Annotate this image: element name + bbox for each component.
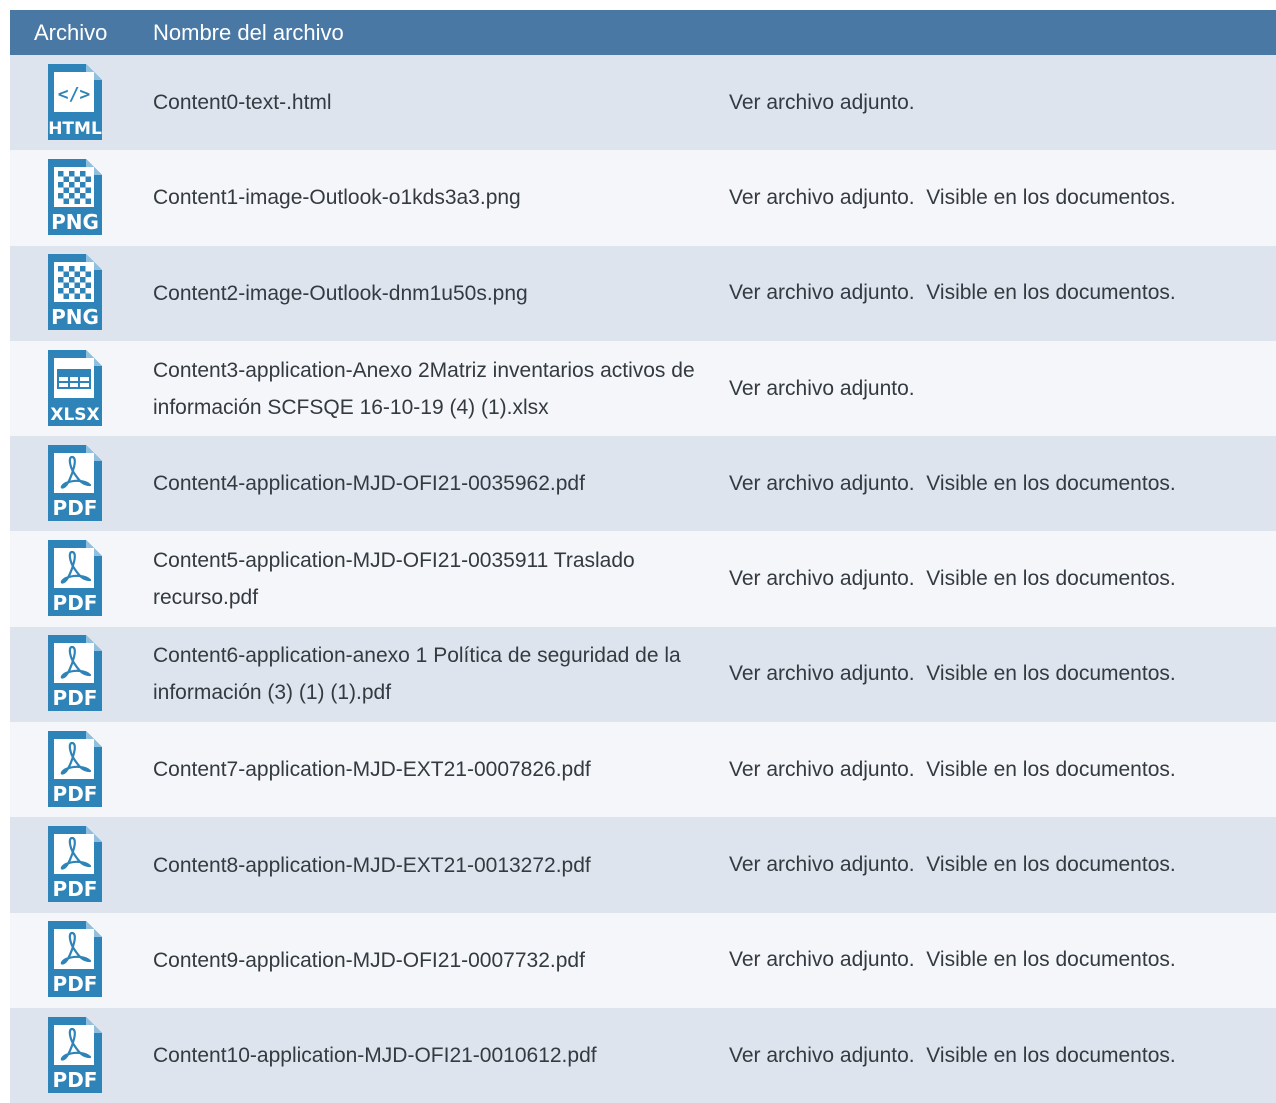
attachment-note: Ver archivo adjunto. Visible en los docu…	[729, 948, 1176, 972]
table-row: PDF Content5-application-MJD-OFI21-003591…	[10, 531, 1276, 627]
file-icon-cell: PDF	[10, 1016, 153, 1095]
html-file-icon[interactable]: </> HTML	[46, 63, 104, 142]
file-name: Content1-image-Outlook-o1kds3a3.png	[153, 186, 521, 210]
table-row: PNG Content1-image-Outlook-o1kds3a3.png Ve…	[10, 150, 1276, 246]
pdf-file-icon[interactable]: PDF	[46, 635, 104, 713]
pdf-file-icon[interactable]: PDF	[46, 826, 104, 904]
file-name: Content3-application-Anexo 2Matriz inven…	[153, 358, 695, 419]
file-icon-cell: PDF	[10, 540, 153, 618]
svg-text:PDF: PDF	[53, 1068, 98, 1092]
file-icon-cell: PDF	[10, 730, 153, 809]
file-name: Content7-application-MJD-EXT21-0007826.p…	[153, 758, 591, 782]
column-header-archivo: Archivo	[34, 19, 108, 45]
file-name: Content2-image-Outlook-dnm1u50s.png	[153, 281, 528, 305]
file-icon-cell: PDF	[10, 444, 153, 523]
table-row: PNG Content2-image-Outlook-dnm1u50s.png Ve…	[10, 245, 1276, 341]
svg-text:PDF: PDF	[53, 591, 98, 615]
attachments-table: Archivo Nombre del archivo </> HTML Conte…	[10, 10, 1276, 1103]
file-name: Content5-application-MJD-OFI21-0035911 T…	[153, 549, 635, 610]
png-file-icon[interactable]: PNG	[46, 254, 104, 332]
svg-text:PDF: PDF	[53, 782, 98, 806]
file-name: Content0-text-.html	[153, 91, 332, 115]
column-header-nombre: Nombre del archivo	[153, 19, 344, 45]
xlsx-file-icon[interactable]: XLSX	[46, 349, 104, 428]
attachment-note: Ver archivo adjunto. Visible en los docu…	[729, 662, 1176, 686]
svg-text:PDF: PDF	[53, 686, 98, 710]
table-row: PDF Content4-application-MJD-OFI21-003596…	[10, 436, 1276, 532]
table-body: </> HTML Content0-text-.html Ver archivo a…	[10, 55, 1276, 1103]
pdf-file-icon[interactable]: PDF	[46, 730, 104, 809]
attachment-note: Ver archivo adjunto. Visible en los docu…	[729, 757, 1176, 781]
file-name: Content6-application-anexo 1 Política de…	[153, 644, 681, 705]
attachment-note: Ver archivo adjunto. Visible en los docu…	[729, 471, 1176, 495]
svg-text:PDF: PDF	[53, 496, 98, 520]
attachment-note: Ver archivo adjunto.	[729, 376, 915, 400]
pdf-file-icon[interactable]: PDF	[46, 921, 104, 999]
svg-text:PNG: PNG	[51, 210, 99, 234]
attachment-note: Ver archivo adjunto. Visible en los docu…	[729, 281, 1176, 305]
file-icon-cell: PNG	[10, 158, 153, 237]
pdf-file-icon[interactable]: PDF	[46, 540, 104, 618]
attachment-note: Ver archivo adjunto.	[729, 90, 915, 114]
svg-text:PDF: PDF	[53, 972, 98, 996]
attachment-note: Ver archivo adjunto. Visible en los docu…	[729, 853, 1176, 877]
pdf-file-icon[interactable]: PDF	[46, 444, 104, 523]
table-row: PDF Content9-application-MJD-OFI21-000773…	[10, 912, 1276, 1008]
svg-text:PDF: PDF	[53, 877, 98, 901]
file-name: Content9-application-MJD-OFI21-0007732.p…	[153, 948, 585, 972]
svg-text:</>: </>	[58, 84, 91, 105]
png-file-icon[interactable]: PNG	[46, 158, 104, 237]
svg-text:HTML: HTML	[48, 119, 102, 139]
file-icon-cell: </> HTML	[10, 63, 153, 142]
file-name: Content8-application-MJD-EXT21-0013272.p…	[153, 853, 591, 877]
table-row: PDF Content8-application-MJD-EXT21-001327…	[10, 817, 1276, 913]
file-icon-cell: PDF	[10, 921, 153, 999]
file-icon-cell: PDF	[10, 826, 153, 904]
pdf-file-icon[interactable]: PDF	[46, 1016, 104, 1095]
attachment-note: Ver archivo adjunto. Visible en los docu…	[729, 567, 1176, 591]
attachment-note: Ver archivo adjunto. Visible en los docu…	[729, 1043, 1176, 1067]
attachment-note: Ver archivo adjunto. Visible en los docu…	[729, 185, 1176, 209]
table-row: PDF Content6-application-anexo 1 Política…	[10, 626, 1276, 723]
table-header: Archivo Nombre del archivo	[10, 10, 1276, 55]
file-name: Content4-application-MJD-OFI21-0035962.p…	[153, 472, 585, 496]
table-row: PDF Content7-application-MJD-EXT21-000782…	[10, 722, 1276, 818]
file-icon-cell: PNG	[10, 254, 153, 332]
file-name: Content10-application-MJD-OFI21-0010612.…	[153, 1044, 597, 1068]
table-row: PDF Content10-application-MJD-OFI21-00106…	[10, 1007, 1276, 1103]
svg-text:XLSX: XLSX	[50, 405, 99, 425]
file-icon-cell: PDF	[10, 635, 153, 713]
table-row: </> HTML Content0-text-.html Ver archivo a…	[10, 55, 1276, 151]
file-icon-cell: XLSX	[10, 349, 153, 428]
svg-text:PNG: PNG	[51, 305, 99, 329]
table-row: XLSX Content3-application-Anexo 2Matriz i…	[10, 340, 1276, 437]
